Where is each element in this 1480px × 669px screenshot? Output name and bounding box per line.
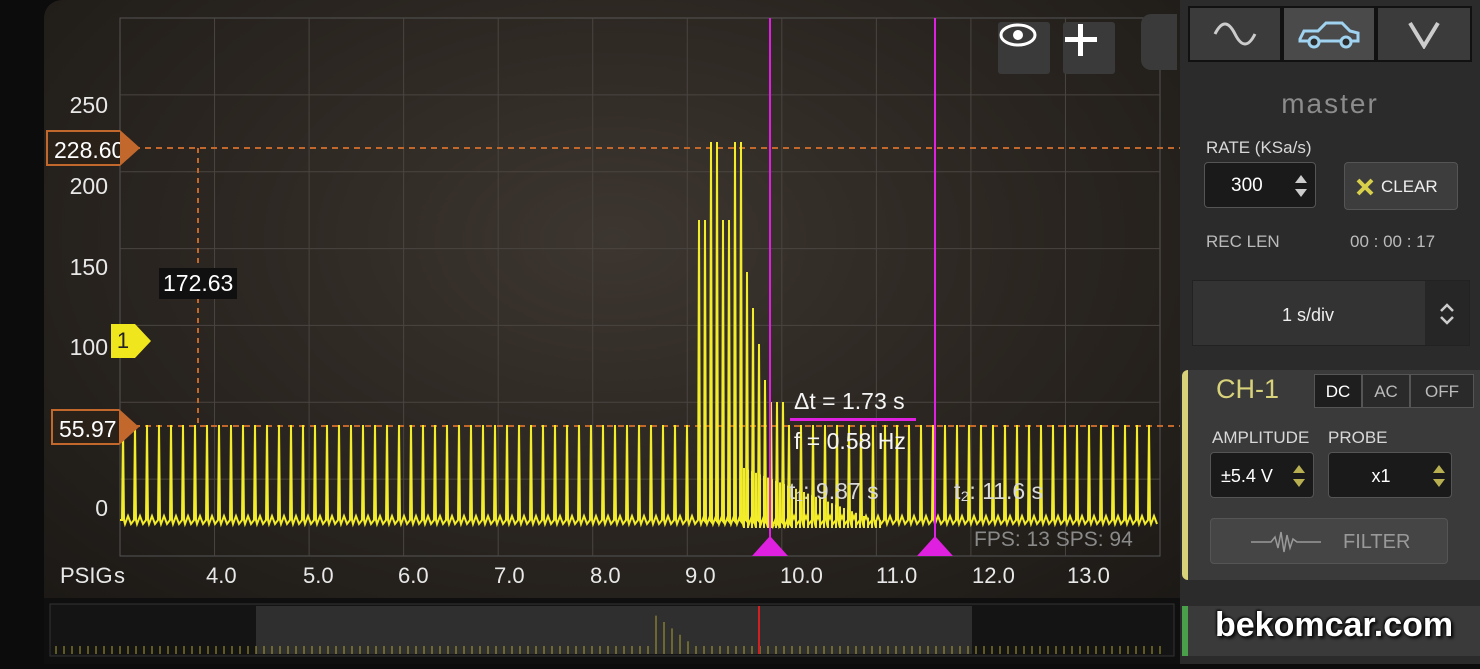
y-tick-150: 150 (69, 254, 108, 280)
tab-car[interactable] (1282, 6, 1376, 62)
scope-display[interactable]: 250 200 150 100 0 228.60 55.97 1 172.63 … (44, 0, 1180, 598)
car-icon (1298, 21, 1360, 49)
amplitude-value: ±5.4 V (1221, 466, 1273, 486)
x-axis-unit: s (114, 563, 125, 588)
filter-wave-icon (1251, 531, 1321, 553)
filter-button[interactable]: FILTER (1210, 518, 1448, 564)
x-tick-label: 13.0 (1067, 563, 1110, 588)
rec-len-value: 00 : 00 : 17 (1350, 232, 1436, 251)
eye-icon (999, 23, 1037, 47)
timebase-stepper[interactable] (1425, 281, 1469, 345)
probe-label: PROBE (1328, 428, 1388, 447)
fps-sps-status: FPS: 13 SPS: 94 (974, 528, 1133, 551)
x-tick-label: 7.0 (494, 563, 525, 588)
frequency-readout: f = 0.58 Hz (794, 428, 906, 454)
master-label: master (1281, 88, 1379, 119)
y-tick-0: 0 (95, 495, 108, 521)
probe-value: x1 (1371, 466, 1391, 486)
y-tick-200: 200 (69, 173, 108, 199)
eye-button[interactable] (998, 22, 1050, 74)
updown-chevron-icon (1440, 303, 1454, 325)
cursor-readout: 172.63 (159, 268, 238, 299)
waveform-plot[interactable] (44, 0, 1180, 598)
x-tick-label: 6.0 (398, 563, 429, 588)
timeline-overview[interactable] (44, 598, 1180, 664)
panel-drag-handle[interactable] (1141, 14, 1177, 70)
coupling-dc[interactable]: DC (1314, 374, 1362, 408)
x-tick-label: 10.0 (780, 563, 823, 588)
amplitude-input[interactable]: ±5.4 V (1210, 452, 1314, 498)
y-tick-250: 250 (69, 92, 108, 118)
delta-t-underline (790, 418, 916, 421)
tab-wave[interactable] (1188, 6, 1282, 62)
channel-1-marker[interactable]: 1 (111, 324, 151, 358)
coupling-ac[interactable]: AC (1362, 374, 1410, 408)
t1-readout: t₁: 9.87 s (789, 478, 879, 504)
rate-input[interactable]: 300 (1204, 162, 1316, 208)
channel-1-panel: CH-1 DC AC OFF AMPLITUDE PROBE ±5.4 V x1… (1182, 370, 1480, 580)
timebase-select[interactable]: 1 s/div (1192, 280, 1470, 346)
clear-label: CLEAR (1381, 177, 1438, 196)
x-tick-label: 12.0 (972, 563, 1015, 588)
probe-input[interactable]: x1 (1328, 452, 1452, 498)
x-tick-label: 4.0 (206, 563, 237, 588)
x-axis-unit-label: PSIG (60, 563, 113, 588)
sine-wave-icon (1213, 22, 1257, 46)
x-tick-label: 8.0 (590, 563, 621, 588)
cursor-t1-handle (752, 536, 788, 556)
amplitude-stepper-icon[interactable] (1291, 462, 1307, 490)
clear-button[interactable]: CLEAR (1344, 162, 1458, 210)
v-icon (1408, 21, 1440, 49)
x-tick-label: 5.0 (303, 563, 334, 588)
rate-label: RATE (KSa/s) (1206, 138, 1312, 157)
upper-level-marker[interactable]: 228.60 (46, 130, 140, 166)
rate-stepper-icon[interactable] (1293, 172, 1309, 200)
coupling-off[interactable]: OFF (1410, 374, 1474, 408)
delta-t-readout: Δt = 1.73 s (794, 388, 905, 414)
channel-name: CH-1 (1216, 374, 1280, 404)
y-tick-100: 100 (69, 334, 108, 360)
overview-trace[interactable] (44, 598, 1180, 664)
timebase-value: 1 s/div (1281, 305, 1335, 325)
x-tick-label: 11.0 (876, 563, 918, 588)
clear-x-icon (1356, 178, 1374, 196)
filter-label: FILTER (1343, 531, 1411, 553)
plus-icon (1065, 24, 1097, 56)
watermark: bekomcar.com (1215, 606, 1454, 644)
cursor-t2-handle (917, 536, 953, 556)
probe-stepper-icon[interactable] (1431, 462, 1447, 490)
x-tick-label: 9.0 (685, 563, 716, 588)
overview-window (256, 606, 972, 654)
rec-len-label: REC LEN (1206, 232, 1280, 251)
lower-level-marker[interactable]: 55.97 (51, 409, 139, 445)
t2-readout: t₂: 11.6 s (954, 478, 1044, 504)
trace-line (120, 141, 1158, 530)
amplitude-label: AMPLITUDE (1212, 428, 1310, 447)
rate-value: 300 (1231, 175, 1263, 196)
tab-v[interactable] (1376, 6, 1472, 62)
add-button[interactable] (1063, 22, 1115, 74)
